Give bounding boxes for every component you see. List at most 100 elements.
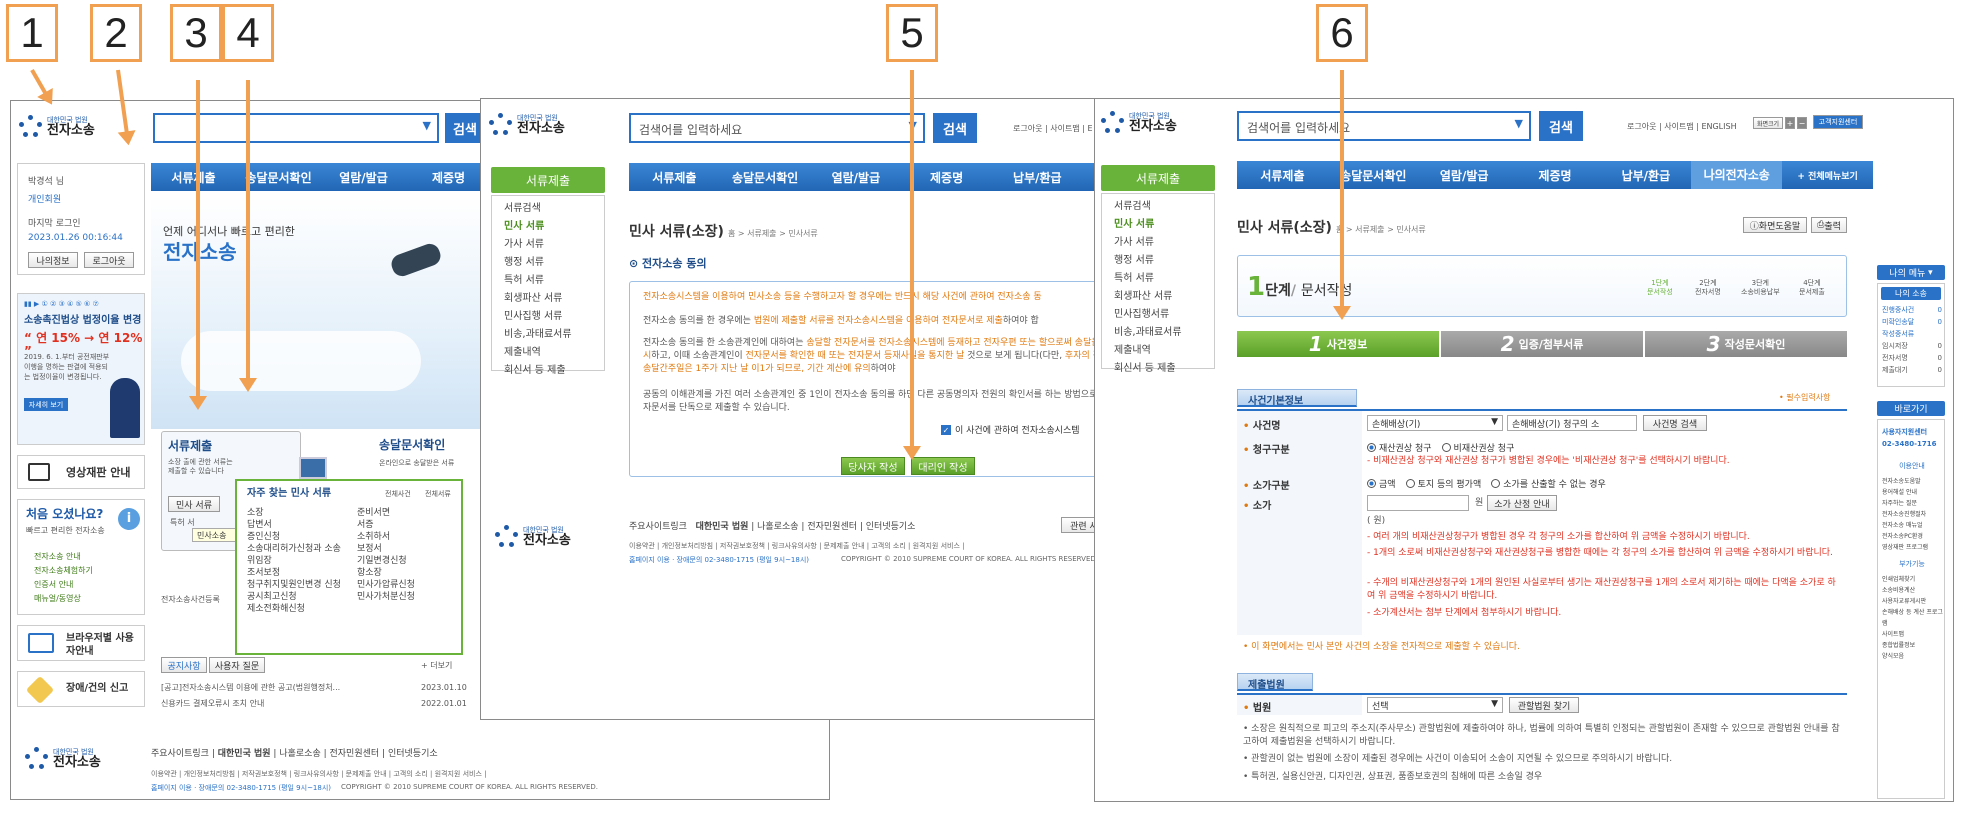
value-amount-radio[interactable] [1367, 479, 1376, 488]
side-item-execution[interactable]: 민사집행 서류 [492, 308, 604, 326]
side-item-history[interactable]: 제출내역 [1102, 342, 1214, 360]
nav-view-issue[interactable]: 열람/발급 [321, 169, 406, 186]
customer-center-button[interactable]: 고객지원센터 [1813, 115, 1863, 129]
guide-item[interactable]: 전자소송 매뉴얼 [1882, 520, 1928, 531]
extra-item[interactable]: 양식모음 [1882, 651, 1944, 662]
amount-guide-button[interactable]: 소가 산정 안내 [1487, 495, 1557, 511]
patent-doc-link[interactable]: 특허 서 [170, 516, 195, 529]
footer-link[interactable]: 나홀로소송 [279, 749, 320, 759]
nav-document-submit[interactable]: 서류제출 [629, 169, 720, 186]
my-info-button[interactable]: 나의정보 [28, 252, 78, 268]
footer-link[interactable]: 나홀로소송 [757, 522, 798, 532]
nav-delivery-check[interactable]: 송달문서확인 [720, 169, 811, 186]
side-item-reply[interactable]: 회신서 등 제출 [1102, 360, 1214, 378]
side-item-nonlitigation[interactable]: 비송,과태료서류 [492, 326, 604, 344]
my-case-item[interactable]: 임시저장 0 [1882, 340, 1942, 352]
side-item-nonlitigation[interactable]: 비송,과태료서류 [1102, 324, 1214, 342]
civil-doc-button[interactable]: 민사 서류 [168, 496, 220, 512]
notice-title[interactable]: 신용카드 결제오류시 조치 안내 [161, 697, 264, 710]
notice-more-link[interactable]: + 더보기 [421, 659, 452, 672]
footer-link[interactable]: 인터넷등기소 [388, 749, 438, 759]
nav-document-submit[interactable]: 서류제출 [151, 169, 236, 186]
footer-link[interactable]: 대한민국 법원 [696, 522, 749, 532]
footer-link[interactable]: 전자민원센터 [330, 749, 380, 759]
site-logo[interactable]: 대한민국 법원 전자소송 [489, 113, 565, 137]
side-item-family[interactable]: 가사 서류 [1102, 234, 1214, 252]
popup-item[interactable]: 항소장 [357, 567, 457, 579]
amount-input[interactable] [1367, 495, 1469, 511]
guide-item[interactable]: 전자소송PC환경 [1882, 531, 1928, 542]
tab-evidence[interactable]: 2 입증/첨부서류 [1441, 331, 1643, 357]
case-name-input[interactable]: 손해배상(기) 청구의 소 [1507, 415, 1637, 431]
popup-item[interactable]: 민사가처분신청 [357, 591, 457, 603]
side-item-search[interactable]: 서류검색 [492, 200, 604, 218]
nav-document-submit[interactable]: 서류제출 [1237, 167, 1328, 184]
nav-payment-refund[interactable]: 납부/환급 [1600, 167, 1691, 184]
nav-my-ecourt[interactable]: 나의전자소송 [1691, 161, 1783, 189]
claim-nonproperty-radio[interactable] [1441, 443, 1451, 452]
popup-all-docs-link[interactable]: 전체서류 [425, 488, 451, 501]
link-manual-video[interactable]: 매뉴얼/동영상 [34, 592, 81, 605]
popup-item[interactable]: 민사가압류신청 [357, 579, 457, 591]
extra-item[interactable]: 사이트맵 [1882, 629, 1944, 640]
tab-notice[interactable]: 공지사항 [161, 657, 207, 673]
link-cert-guide[interactable]: 인증서 안내 [34, 578, 73, 591]
guide-item[interactable]: 전자소송진행절차 [1882, 509, 1928, 520]
my-case-item[interactable]: 작성중서류 [1882, 328, 1942, 340]
nav-payment-refund[interactable]: 납부/환급 [992, 169, 1083, 186]
popup-item[interactable]: 소장 [247, 507, 347, 519]
popup-item[interactable]: 기일변경신청 [357, 555, 457, 567]
popup-item[interactable]: 공시최고신청 [247, 591, 347, 603]
side-item-reply[interactable]: 회신서 등 제출 [492, 362, 604, 380]
banner-more-button[interactable]: 자세히 보기 [24, 398, 68, 411]
extra-item[interactable]: 인쇄업체찾기 [1882, 574, 1944, 585]
guide-item[interactable]: 전자소송도움말 [1882, 476, 1928, 487]
tab-user-question[interactable]: 사용자 질문 [209, 657, 265, 673]
nav-certificate[interactable]: 제증명 [406, 169, 491, 186]
footer-link[interactable]: 주요사이트링크 [629, 522, 687, 532]
side-item-patent[interactable]: 특허 서류 [492, 272, 604, 290]
nav-view-issue[interactable]: 열람/발급 [1419, 167, 1510, 184]
footer-link[interactable]: 주요사이트링크 [151, 749, 209, 759]
popup-item[interactable]: 보정서 [357, 543, 457, 555]
popup-item[interactable]: 조서보정 [247, 567, 347, 579]
side-item-admin[interactable]: 행정 서류 [1102, 252, 1214, 270]
claim-property-radio[interactable] [1367, 443, 1376, 452]
search-button[interactable]: 검색 [933, 113, 977, 143]
member-type-link[interactable]: 개인회원 [28, 194, 61, 207]
extra-item[interactable]: 소송비용계산 [1882, 585, 1944, 596]
extra-item[interactable]: 손해배상 등 계산 프로그램 [1882, 607, 1944, 629]
video-trial-guide[interactable]: 영상재판 안내 [17, 455, 145, 489]
popup-item[interactable]: 증인신청 [247, 531, 347, 543]
site-logo[interactable]: 대한민국 법원 전자소송 [1101, 111, 1177, 135]
screen-help-button[interactable]: ⓘ 화면도움말 [1743, 217, 1807, 233]
banner-pager[interactable]: ▮▮ ▶ ① ② ③ ④ ⑤ ⑥ ⑦ [24, 298, 99, 311]
my-case-item[interactable]: 진행중사건 0 [1882, 304, 1942, 316]
extra-item[interactable]: 종합법률정보 [1882, 640, 1944, 651]
link-ecourt-experience[interactable]: 전자소송체험하기 [34, 564, 93, 577]
tab-doc-confirm[interactable]: 3 작성문서확인 [1645, 331, 1847, 357]
value-uncalc-radio[interactable] [1491, 479, 1501, 488]
search-button[interactable]: 검색 [1539, 111, 1583, 141]
rate-change-banner[interactable]: ▮▮ ▶ ① ② ③ ④ ⑤ ⑥ ⑦ 소송촉진법상 법정이율 변경 “ 연 15… [17, 293, 145, 445]
popup-item[interactable]: 소취하서 [357, 531, 457, 543]
notice-title[interactable]: [공고]전자소송시스템 이용에 관한 공고(법원행정처... [161, 681, 391, 694]
nav-view-issue[interactable]: 열람/발급 [810, 169, 901, 186]
logout-button[interactable]: 로그아웃 [84, 252, 134, 268]
side-item-admin[interactable]: 행정 서류 [492, 254, 604, 272]
case-name-search-button[interactable]: 사건명 검색 [1643, 415, 1707, 431]
footer-policy[interactable]: 이용약관 | 개인정보처리방침 | 저작권보호정책 | 링크사유의사항 | 문제… [151, 769, 486, 779]
side-item-bankruptcy[interactable]: 회생파산 서류 [1102, 288, 1214, 306]
search-button[interactable]: 검색 [445, 113, 485, 143]
guide-item[interactable]: 용어해설 안내 [1882, 487, 1928, 498]
my-case-item[interactable]: 전자서명 0 [1882, 352, 1942, 364]
side-item-search[interactable]: 서류검색 [1102, 198, 1214, 216]
nav-all-menu[interactable]: + 전체메뉴보기 [1782, 169, 1873, 182]
extra-item[interactable]: 사용자교류게시판 [1882, 596, 1944, 607]
case-name-select[interactable]: 손해배상(기) ▼ [1367, 415, 1503, 431]
popup-all-cases-link[interactable]: 전체사건 [385, 488, 411, 501]
font-size-control[interactable]: 화면크기 [1753, 117, 1783, 129]
top-links[interactable]: 로그아웃 | 사이트맵 | E [1013, 123, 1093, 134]
side-item-family[interactable]: 가사 서류 [492, 236, 604, 254]
side-item-civil[interactable]: 민사 서류 [1102, 216, 1214, 234]
